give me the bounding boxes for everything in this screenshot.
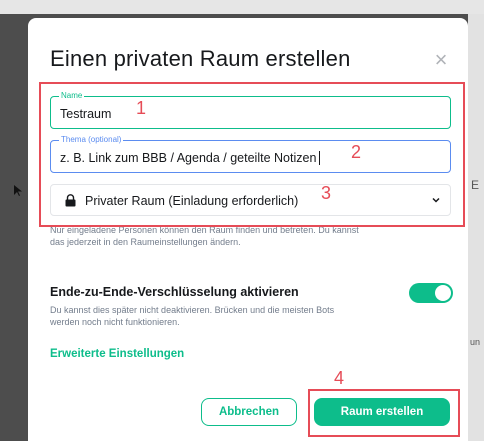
dialog-title: Einen privaten Raum erstellen bbox=[50, 46, 351, 71]
visibility-help-text: Nur eingeladene Personen können den Raum… bbox=[50, 225, 359, 247]
background-text: E bbox=[471, 178, 480, 192]
encryption-label: Ende-zu-Ende-Verschlüsselung aktivieren bbox=[50, 285, 299, 299]
advanced-settings-link[interactable]: Erweiterte Einstellungen bbox=[50, 348, 184, 360]
annotation-box-fields bbox=[39, 82, 465, 227]
close-icon[interactable]: × bbox=[431, 49, 451, 71]
annotation-box-create bbox=[308, 389, 460, 437]
annotation-number: 1 bbox=[136, 98, 147, 118]
background-topbar bbox=[0, 0, 484, 14]
background-text: un bbox=[470, 337, 481, 347]
toggle-knob bbox=[435, 285, 451, 301]
mouse-cursor-icon bbox=[14, 185, 22, 196]
annotation-number: 3 bbox=[321, 183, 332, 203]
background-right-pane bbox=[468, 14, 484, 441]
cancel-button[interactable]: Abbrechen bbox=[201, 398, 297, 426]
encryption-help-text: Du kannst dies später nicht deaktivieren… bbox=[50, 305, 335, 327]
annotation-number: 4 bbox=[334, 368, 345, 388]
encryption-toggle[interactable] bbox=[409, 283, 453, 303]
annotation-number: 2 bbox=[351, 142, 362, 162]
